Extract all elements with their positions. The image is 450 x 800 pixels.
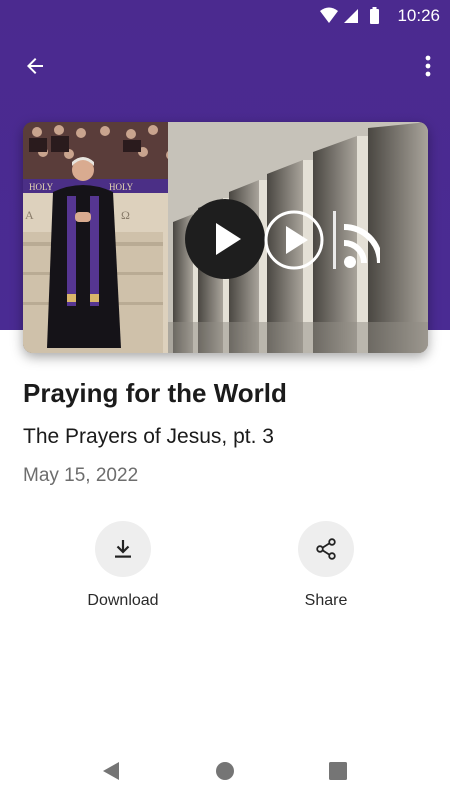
status-time: 10:26: [397, 6, 440, 25]
download-label: Download: [87, 592, 159, 609]
nav-back-icon: [103, 762, 119, 780]
download-icon: [115, 540, 131, 558]
share-icon: [316, 538, 336, 560]
series-title: The Prayers of Jesus, pt. 3: [23, 425, 274, 448]
play-button[interactable]: [185, 199, 265, 279]
status-bar: 10:26: [0, 0, 450, 32]
nav-recents-button[interactable]: [325, 758, 351, 784]
nav-recents-icon: [329, 762, 347, 780]
svg-text:Ω: Ω: [121, 208, 130, 222]
episode-title: Praying for the World: [23, 378, 287, 408]
back-button[interactable]: [14, 50, 56, 82]
episode-date: May 15, 2022: [23, 465, 139, 486]
nav-back-button[interactable]: [98, 758, 124, 784]
status-icons: [320, 7, 379, 24]
wifi-icon: [320, 7, 338, 23]
arrow-back-icon: [27, 58, 43, 74]
more-vertical-icon: [425, 55, 431, 77]
system-navigation-bar: [0, 740, 450, 800]
play-cast-button[interactable]: [256, 205, 383, 275]
play-icon: [185, 199, 265, 279]
share-button[interactable]: Share: [271, 521, 381, 610]
media-thumbnail[interactable]: HOLY HOLY A Ω: [23, 122, 428, 353]
app-bar: [0, 40, 450, 90]
nav-home-button[interactable]: [212, 758, 238, 784]
download-circle[interactable]: [95, 521, 151, 577]
svg-text:HOLY: HOLY: [109, 182, 134, 192]
nav-home-icon: [216, 762, 234, 780]
cellular-signal-icon: [344, 9, 358, 23]
download-button[interactable]: Download: [68, 521, 178, 610]
share-label: Share: [304, 592, 348, 609]
svg-text:HOLY: HOLY: [29, 182, 54, 192]
battery-icon: [370, 7, 379, 24]
play-cast-icon: [264, 210, 383, 270]
share-circle[interactable]: [298, 521, 354, 577]
svg-text:A: A: [25, 208, 34, 222]
more-options-button[interactable]: [416, 50, 440, 82]
